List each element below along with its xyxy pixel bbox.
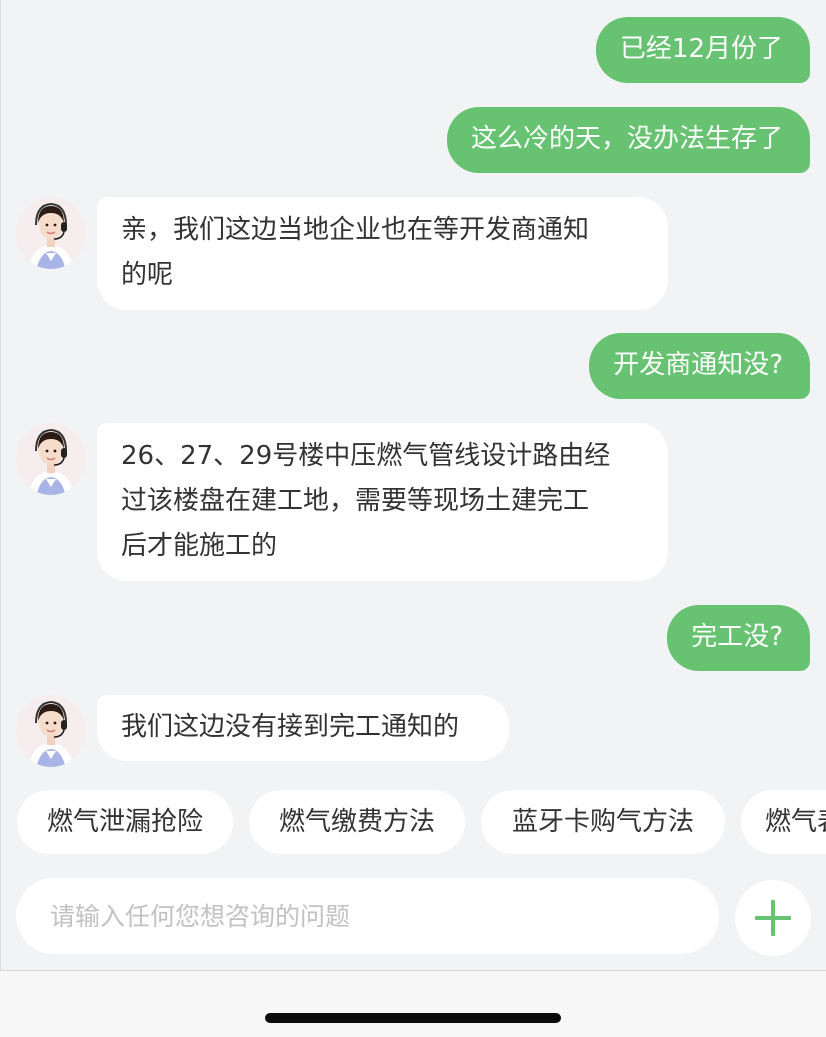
message-outgoing: 开发商通知没? xyxy=(589,333,810,399)
message-outgoing: 已经12月份了 xyxy=(595,17,810,83)
message-incoming: 26、27、29号楼中压燃气管线设计路由经 过该楼盘在建工地，需要等现场土建完工… xyxy=(16,423,676,581)
message-incoming: 亲，我们这边当地企业也在等开发商通知 的呢 xyxy=(16,197,676,310)
quick-reply-chip[interactable]: 燃气表 xyxy=(741,790,826,854)
message-input[interactable] xyxy=(16,878,719,954)
chat-area[interactable]: 已经12月份了 这么冷的天，没办法生存了 亲，我们这边当地企业也在等开发商通知 … xyxy=(0,0,826,770)
message-bubble-outgoing: 这么冷的天，没办法生存了 xyxy=(446,107,810,173)
message-composer xyxy=(0,878,826,958)
bottom-safe-area xyxy=(0,971,826,1037)
message-bubble-outgoing: 完工没? xyxy=(667,605,810,671)
message-bubble-outgoing: 已经12月份了 xyxy=(595,17,810,83)
message-line: 的呢 xyxy=(121,260,174,290)
agent-avatar[interactable] xyxy=(16,695,86,767)
quick-reply-bar[interactable]: 燃气泄漏抢险 燃气缴费方法 蓝牙卡购气方法 燃气表 xyxy=(0,790,826,858)
message-line: 我们这边没有接到完工通知的 xyxy=(121,712,460,742)
message-bubble-incoming: 我们这边没有接到完工通知的 xyxy=(97,695,509,761)
message-outgoing: 这么冷的天，没办法生存了 xyxy=(446,107,810,173)
plus-button[interactable] xyxy=(735,880,811,956)
agent-avatar[interactable] xyxy=(16,197,86,269)
message-bubble-outgoing: 开发商通知没? xyxy=(589,333,810,399)
message-line: 亲，我们这边当地企业也在等开发商通知 xyxy=(121,215,590,245)
agent-avatar[interactable] xyxy=(16,423,86,495)
quick-reply-chip[interactable]: 燃气泄漏抢险 xyxy=(17,790,233,854)
message-bubble-incoming: 26、27、29号楼中压燃气管线设计路由经 过该楼盘在建工地，需要等现场土建完工… xyxy=(97,423,668,581)
agent-avatar-image xyxy=(16,198,86,269)
quick-reply-chip[interactable]: 燃气缴费方法 xyxy=(249,790,465,854)
plus-icon xyxy=(755,900,791,936)
message-outgoing: 完工没? xyxy=(667,605,810,671)
quick-reply-chip[interactable]: 蓝牙卡购气方法 xyxy=(481,790,725,854)
home-indicator[interactable] xyxy=(265,1013,561,1023)
message-bubble-incoming: 亲，我们这边当地企业也在等开发商通知 的呢 xyxy=(97,197,668,310)
message-line: 26、27、29号楼中压燃气管线设计路由经 xyxy=(121,441,611,471)
message-line: 过该楼盘在建工地，需要等现场土建完工 xyxy=(121,486,590,516)
message-incoming: 我们这边没有接到完工通知的 xyxy=(16,695,516,767)
message-line: 后才能施工的 xyxy=(121,531,278,561)
agent-avatar-image xyxy=(16,696,86,767)
agent-avatar-image xyxy=(16,424,86,495)
